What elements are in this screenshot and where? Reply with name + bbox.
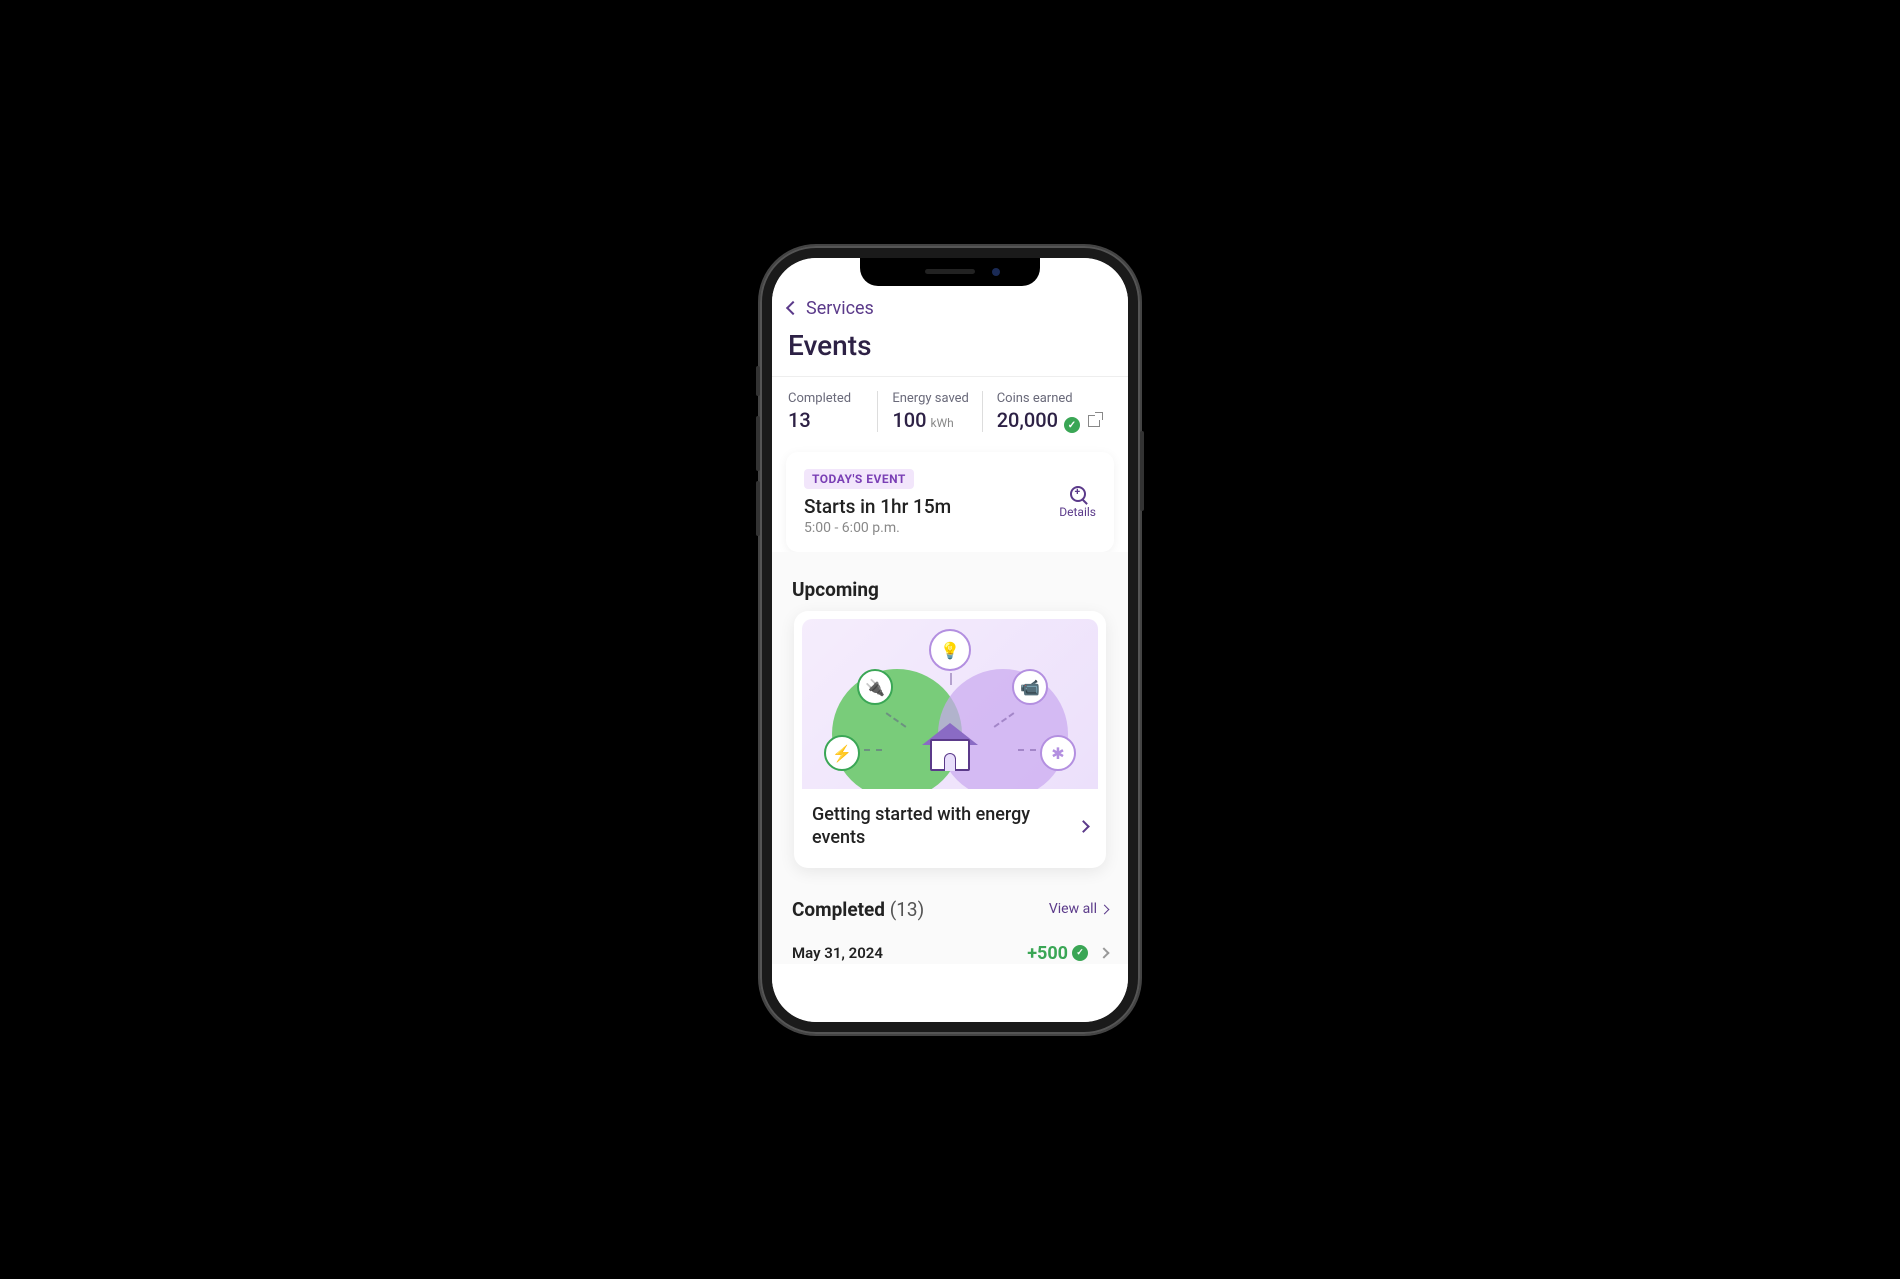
completed-item-reward: +500 ✓ [1027,943,1108,964]
phone-frame: Services Events Completed 13 Energy save… [760,246,1140,1034]
external-link-icon [1088,415,1100,427]
stat-label: Coins earned [997,391,1100,406]
details-button[interactable]: Details [1059,486,1096,519]
completed-heading-text: Completed [792,898,885,921]
details-label: Details [1059,505,1096,519]
chevron-right-icon [1077,820,1090,833]
phone-side-button [756,481,760,536]
upcoming-illustration: 💡 🔌 📹 ⚡ ✱ [802,619,1098,789]
house-icon [922,723,978,771]
view-all-button[interactable]: View all [1049,901,1108,917]
bolt-icon: ⚡ [824,735,860,771]
page-title: Events [772,325,1128,376]
stat-label: Completed [788,391,865,406]
phone-side-button [756,366,760,396]
chevron-right-icon [1098,948,1109,959]
stat-value: 13 [788,408,865,432]
chevron-right-icon [1100,904,1110,914]
reward-amount: +500 [1027,943,1068,964]
back-label: Services [806,298,874,319]
stat-number: 20,000 [997,408,1058,432]
phone-side-button [756,416,760,471]
stat-number: 100 [892,408,926,432]
completed-heading: Completed (13) [792,898,924,921]
coin-icon: ✓ [1064,417,1080,433]
stat-energy-saved: Energy saved 100 kWh [877,391,981,433]
stat-unit: kWh [930,416,953,430]
phone-notch [860,258,1040,286]
completed-item-date: May 31, 2024 [792,944,883,962]
today-badge: TODAY'S EVENT [804,469,914,489]
coin-icon: ✓ [1072,945,1088,961]
stat-completed: Completed 13 [788,391,877,433]
stat-coins-earned[interactable]: Coins earned 20,000 ✓ [982,391,1112,433]
fan-icon: ✱ [1040,735,1076,771]
magnify-icon [1070,486,1086,502]
back-button[interactable]: Services [772,290,1128,325]
stat-value: 20,000 ✓ [997,408,1100,433]
completed-count: (13) [890,898,924,921]
completed-list-item[interactable]: May 31, 2024 +500 ✓ [772,925,1128,964]
upcoming-heading: Upcoming [772,552,1128,611]
upcoming-card-title: Getting started with energy events [812,803,1032,850]
today-time: 5:00 - 6:00 p.m. [804,520,951,536]
lightbulb-icon: 💡 [929,629,971,671]
chevron-left-icon [786,301,800,315]
plug-icon: 🔌 [857,669,893,705]
stat-label: Energy saved [892,391,969,406]
camera-icon: 📹 [1012,669,1048,705]
stats-row: Completed 13 Energy saved 100 kWh Coins … [772,377,1128,447]
stat-value: 100 kWh [892,408,969,432]
today-title: Starts in 1hr 15m [804,495,951,518]
view-all-label: View all [1049,901,1097,917]
today-event-card[interactable]: TODAY'S EVENT Starts in 1hr 15m 5:00 - 6… [786,452,1114,552]
phone-side-button [1140,431,1144,511]
upcoming-card[interactable]: 💡 🔌 📹 ⚡ ✱ Getting started with energy ev… [794,611,1106,868]
